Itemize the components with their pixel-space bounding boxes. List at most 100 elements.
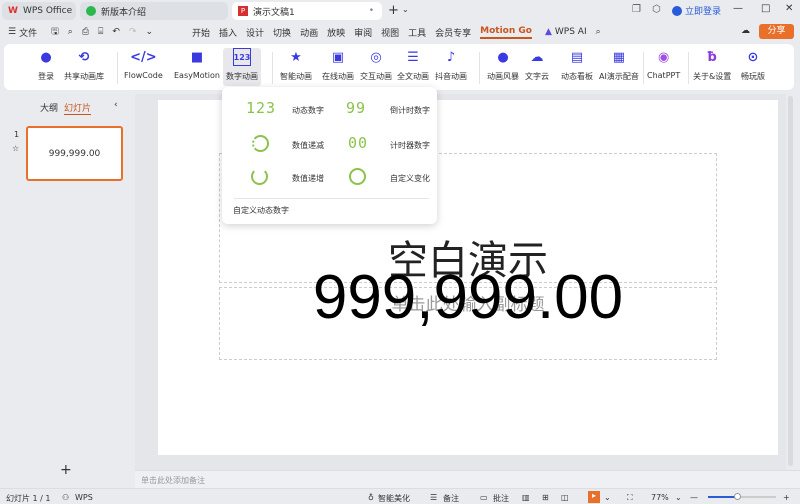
menu-start[interactable]: 开始 [192,26,210,39]
more-chevron-icon[interactable]: ⌄ [146,27,154,37]
new-tab-icon[interactable]: + [388,3,399,18]
fit-icon[interactable]: ⛶ [627,493,633,503]
window-icon[interactable]: ❐ [632,4,641,15]
wps-logo-icon: W [8,6,18,16]
minimize-icon[interactable]: — [733,3,743,14]
ribbon-douyin-animation[interactable]: ♪ 抖音动画 [435,48,467,82]
menu-slideshow[interactable]: 放映 [327,26,345,39]
reading-view-icon[interactable]: ◫ [561,493,569,502]
cube-icon[interactable]: ⬡ [652,4,661,15]
slide-thumbnail[interactable]: 999,999.00 [26,126,123,181]
item-timer-number[interactable]: 计时器数字 [390,140,430,151]
save-icon[interactable]: 🖫 [51,24,59,40]
cloud-icon[interactable]: ☁ [741,26,750,36]
zoom-in-icon[interactable]: + [783,493,790,502]
menu-review[interactable]: 审阅 [354,26,372,39]
ribbon-dashboard[interactable]: ▤ 动态看板 [561,48,593,82]
item-custom-change[interactable]: 自定义变化 [390,173,430,184]
tab-outline[interactable]: 大纲 [40,101,58,114]
menu-insert[interactable]: 插入 [219,26,237,39]
maximize-icon[interactable]: □ [761,3,770,14]
normal-view-icon[interactable]: ▥ [522,493,530,502]
search-icon[interactable]: ⌕ [596,27,601,37]
head-icon: ● [497,49,509,65]
menu-tools[interactable]: 工具 [408,26,426,39]
clock-increase-icon [251,168,268,185]
login-link[interactable]: 立即登录 [672,4,721,17]
label: 畅玩版 [741,72,765,81]
close-icon[interactable]: ✕ [785,3,793,14]
format-painter-icon[interactable]: ⌕ [68,27,73,37]
tab-new-version[interactable]: 新版本介绍 [80,2,228,20]
menu-member[interactable]: 会员专享 [435,26,471,39]
item-value-increase[interactable]: 数值递增 [292,173,324,184]
menu-animation[interactable]: 动画 [300,26,318,39]
ribbon-easymotion[interactable]: ■ EasyMotion [174,48,220,81]
preview-icon[interactable]: ⌸ [98,27,103,37]
ribbon-ai-voice[interactable]: ▦ AI演示配音 [599,48,639,82]
ribbon-login[interactable]: ● 登录 [37,48,55,82]
play-chevron-icon[interactable]: ⌄ [604,493,611,502]
undo-icon[interactable]: ↶ [112,27,120,37]
comments-button[interactable]: 批注 [493,493,509,504]
tab-wps-office[interactable]: W WPS Office [2,2,76,20]
item-dynamic-number[interactable]: 动态数字 [292,105,324,116]
wps-status[interactable]: WPS [75,493,93,502]
item-value-decrease[interactable]: 数值递减 [292,140,324,151]
zoom-slider-handle[interactable] [734,493,741,500]
zoom-out-icon[interactable]: — [690,493,698,502]
ribbon-number-animation[interactable]: 123 数字动画 [223,48,261,86]
menu-design[interactable]: 设计 [246,26,264,39]
smart-beautify-button[interactable]: 智能美化 [378,493,410,504]
tab-list-chevron-icon[interactable]: ⌄ [402,5,409,14]
ribbon-fulltext-animation[interactable]: ☰ 全文动画 [397,48,429,82]
menu-view[interactable]: 视图 [381,26,399,39]
item-countdown-number[interactable]: 倒计时数字 [390,105,430,116]
menu-transition[interactable]: 切换 [273,26,291,39]
video-icon: ■ [190,49,204,65]
ribbon-share-library[interactable]: ⟲ 共享动画库 [64,48,104,82]
user-icon [672,5,682,16]
ribbon-smart-animation[interactable]: ★ 智能动画 [280,48,312,82]
item-custom-dynamic-number[interactable]: 自定义动态数字 [233,205,289,216]
print-icon[interactable]: ⎙ [82,27,89,37]
audio-wave-icon: ▦ [612,49,626,65]
menu-motion-go[interactable]: Motion Go [480,26,532,39]
notes-button[interactable]: 备注 [443,493,459,504]
ribbon-chatppt[interactable]: ◉ ChatPPT [647,48,681,81]
sorter-view-icon[interactable]: ⊞ [542,493,549,502]
file-menu[interactable]: 文件 [19,26,37,39]
login-label: 立即登录 [685,7,722,17]
ribbon-online-animation[interactable]: ▣ 在线动画 [322,48,354,82]
ribbon-free-version[interactable]: ⊙ 畅玩版 [741,48,765,82]
ribbon-flowcode[interactable]: </> FlowCode [124,48,163,81]
collapse-icon[interactable]: ‹ [114,100,118,110]
star-icon: ★ [290,49,302,65]
zoom-level[interactable]: 77% [651,493,669,502]
notes-area[interactable]: 单击此处添加备注 [135,470,800,488]
update-icon [86,6,96,16]
label: ChatPPT [647,71,681,80]
quick-toolbar: ☰ 文件 🖫 ⌕ ⎙ ⌸ ↶ ↷ ⌄ [8,22,162,42]
menu-icon[interactable]: ☰ [8,27,16,37]
tab-label: WPS Office [22,6,73,16]
ribbon-word-cloud[interactable]: ☁ 文字云 [525,48,549,82]
play-icon[interactable]: ▸ [588,491,600,503]
ppt-icon: P [238,6,248,16]
tab-presentation[interactable]: P 演示文稿1 • [232,2,382,20]
ribbon-about-settings[interactable]: ƀ 关于&设置 [693,48,731,82]
vertical-scrollbar[interactable] [788,96,793,466]
zoom-chevron-icon[interactable]: ⌄ [675,493,682,502]
ribbon-interactive-animation[interactable]: ◎ 交互动画 [360,48,392,82]
tab-label: 演示文稿1 [253,7,295,18]
ribbon-animation-storm[interactable]: ● 动画风暴 [487,48,519,82]
ribbon: ● 登录 ⟲ 共享动画库 </> FlowCode ■ EasyMotion 123 数字… [4,44,794,90]
menu-wps-ai[interactable]: WPS AI [555,27,587,37]
tab-dot-icon[interactable]: • [369,6,374,16]
wps-ai-icon: ▲ [544,27,552,37]
zoom-slider[interactable] [708,493,776,500]
tab-slides[interactable]: 幻灯片 [64,101,92,115]
add-slide-icon[interactable]: + [60,462,72,478]
share-button[interactable]: 分享 [759,24,794,39]
redo-icon[interactable]: ↷ [129,27,137,37]
